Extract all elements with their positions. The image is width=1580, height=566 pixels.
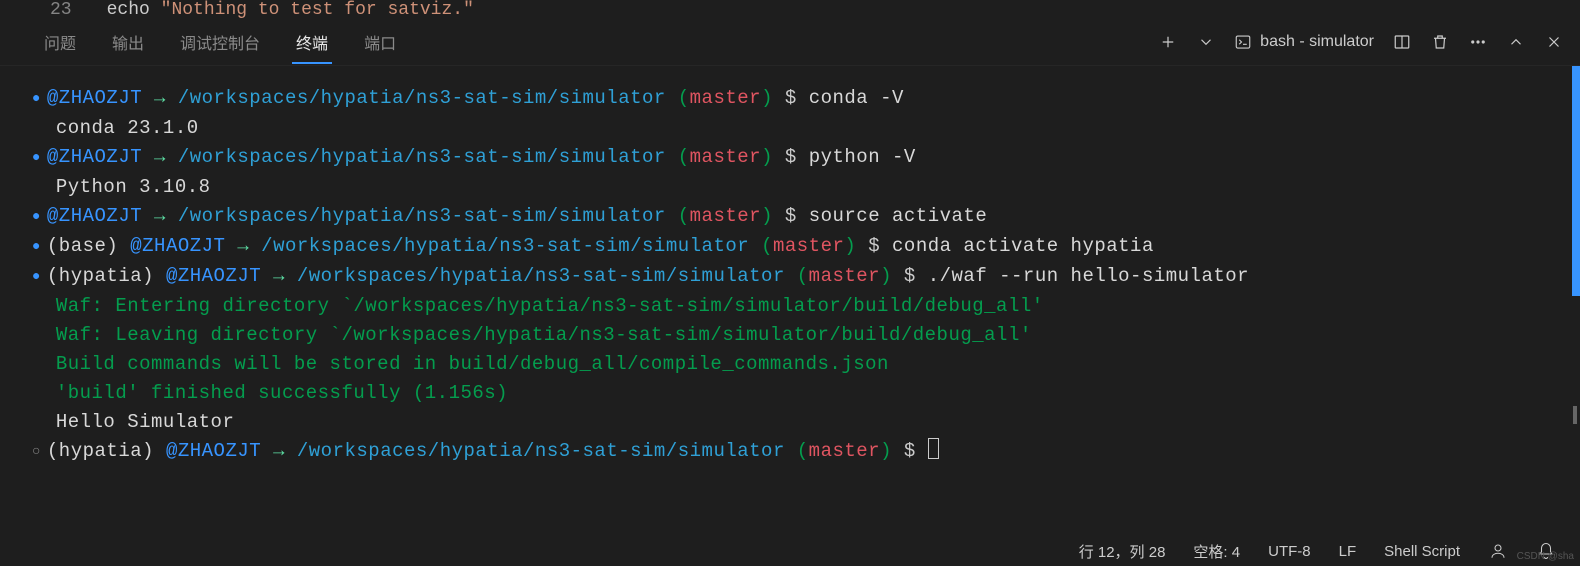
tab-ports[interactable]: 端口 (360, 20, 400, 64)
feedback-icon[interactable] (1488, 541, 1508, 561)
close-icon[interactable] (1544, 32, 1564, 52)
output-line: 'build' finished successfully (1.156s) (32, 379, 1580, 408)
output-line: Waf: Entering directory `/workspaces/hyp… (32, 292, 1580, 321)
status-encoding[interactable]: UTF-8 (1268, 543, 1311, 560)
prompt-line: ●@ZHAOZJT → /workspaces/hypatia/ns3-sat-… (32, 202, 1580, 232)
status-position[interactable]: 行 12，列 28 (1079, 541, 1166, 562)
terminal-cursor (928, 438, 939, 459)
split-terminal-button[interactable] (1392, 32, 1412, 52)
bell-icon[interactable] (1536, 541, 1556, 561)
tab-problems[interactable]: 问题 (40, 20, 80, 64)
status-bar: 行 12，列 28 空格: 4 UTF-8 LF Shell Script (0, 536, 1580, 566)
chevron-up-icon[interactable] (1506, 32, 1526, 52)
prompt-line: ●@ZHAOZJT → /workspaces/hypatia/ns3-sat-… (32, 143, 1580, 173)
terminal-scrollbar[interactable] (1572, 66, 1580, 296)
editor-string: "Nothing to test for satviz." (161, 0, 474, 18)
tab-debug-console[interactable]: 调试控制台 (176, 20, 264, 64)
shell-label-text: bash - simulator (1260, 33, 1374, 51)
panel-tab-bar: 问题 输出 调试控制台 终端 端口 bash - simulator (0, 18, 1580, 66)
tab-terminal[interactable]: 终端 (292, 20, 332, 64)
panel-tabs: 问题 输出 调试控制台 终端 端口 (40, 20, 400, 64)
status-indent[interactable]: 空格: 4 (1193, 541, 1240, 562)
status-language[interactable]: Shell Script (1384, 543, 1460, 560)
output-line: Waf: Leaving directory `/workspaces/hypa… (32, 321, 1580, 350)
overview-ruler-mark (1573, 406, 1577, 424)
chevron-down-icon[interactable] (1196, 32, 1216, 52)
trash-icon[interactable] (1430, 32, 1450, 52)
editor-line: 23 echo "Nothing to test for satviz." (0, 0, 1580, 18)
prompt-line: ●@ZHAOZJT → /workspaces/hypatia/ns3-sat-… (32, 84, 1580, 114)
output-line: conda 23.1.0 (32, 114, 1580, 143)
new-terminal-button[interactable] (1158, 32, 1178, 52)
terminal-body[interactable]: ●@ZHAOZJT → /workspaces/hypatia/ns3-sat-… (0, 66, 1580, 504)
terminal-shell-selector[interactable]: bash - simulator (1234, 33, 1374, 51)
panel-actions: bash - simulator (1158, 32, 1564, 52)
more-icon[interactable] (1468, 32, 1488, 52)
output-line: Build commands will be stored in build/d… (32, 350, 1580, 379)
editor-keyword: echo (107, 0, 150, 18)
output-line: Hello Simulator (32, 408, 1580, 437)
tab-output[interactable]: 输出 (108, 20, 148, 64)
prompt-line: ●(hypatia) @ZHAOZJT → /workspaces/hypati… (32, 262, 1580, 292)
output-line: Python 3.10.8 (32, 173, 1580, 202)
prompt-line-current: ○(hypatia) @ZHAOZJT → /workspaces/hypati… (32, 437, 1580, 467)
status-eol[interactable]: LF (1339, 543, 1357, 560)
line-number: 23 (50, 0, 72, 18)
prompt-line: ●(base) @ZHAOZJT → /workspaces/hypatia/n… (32, 232, 1580, 262)
